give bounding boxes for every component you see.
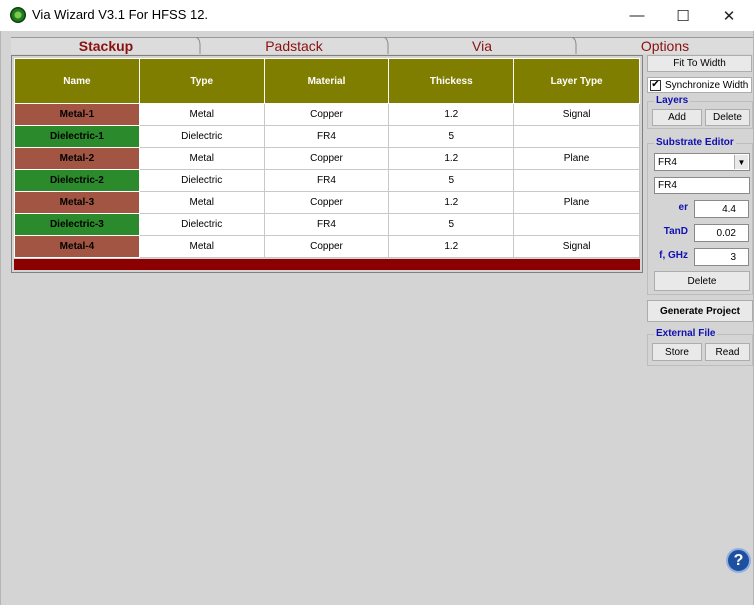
close-button[interactable]: ✕ xyxy=(706,0,752,31)
layer-material-cell[interactable]: FR4 xyxy=(263,213,390,236)
generate-project-button[interactable]: Generate Project xyxy=(647,300,753,322)
table-row[interactable]: Metal-4 Metal Copper 1.2 Signal xyxy=(14,235,640,258)
table-row[interactable]: Dielectric-3 Dielectric FR4 5 xyxy=(14,213,640,236)
external-file-group: External File Store Read xyxy=(647,328,753,366)
layer-material-cell[interactable]: Copper xyxy=(263,191,390,214)
minimize-button[interactable]: — xyxy=(614,0,660,31)
layer-name-cell[interactable]: Metal-3 xyxy=(14,191,140,214)
layer-thickness-cell[interactable]: 1.2 xyxy=(388,235,515,258)
layers-group: Layers Add Delete xyxy=(647,95,753,129)
tab-via[interactable]: Via xyxy=(389,37,575,54)
window-title: Via Wizard V3.1 For HFSS 12. xyxy=(32,7,209,22)
column-header-layer-type[interactable]: Layer Type xyxy=(513,58,640,104)
frequency-label: f, GHz xyxy=(659,250,688,261)
layer-name-cell[interactable]: Metal-2 xyxy=(14,147,140,170)
synchronize-width-checkbox[interactable]: ✔ Synchronize Width xyxy=(647,77,752,93)
layer-layertype-cell[interactable] xyxy=(513,169,640,192)
external-file-title: External File xyxy=(654,328,718,339)
layers-group-title: Layers xyxy=(654,95,691,106)
layer-layertype-cell[interactable]: Plane xyxy=(513,147,640,170)
table-row[interactable]: Metal-3 Metal Copper 1.2 Plane xyxy=(14,191,640,214)
chevron-down-icon[interactable]: ▼ xyxy=(734,155,748,169)
layer-layertype-cell[interactable] xyxy=(513,125,640,148)
table-row[interactable]: Metal-1 Metal Copper 1.2 Signal xyxy=(14,103,640,126)
synchronize-width-label: Synchronize Width xyxy=(665,79,749,91)
column-header-name[interactable]: Name xyxy=(14,58,140,104)
column-header-type[interactable]: Type xyxy=(138,58,265,104)
stackup-table: Name Type Material Thickess Layer Type M… xyxy=(14,58,640,258)
maximize-button[interactable]: ☐ xyxy=(660,0,706,31)
frequency-field[interactable]: 3 xyxy=(694,248,749,266)
substrate-editor-title: Substrate Editor xyxy=(654,137,736,148)
layer-layertype-cell[interactable]: Signal xyxy=(513,103,640,126)
layer-material-cell[interactable]: FR4 xyxy=(263,125,390,148)
layer-material-cell[interactable]: FR4 xyxy=(263,169,390,192)
column-header-material[interactable]: Material xyxy=(263,58,390,104)
table-row[interactable]: Dielectric-1 Dielectric FR4 5 xyxy=(14,125,640,148)
substrate-editor-group: Substrate Editor FR4 ▼ FR4 er 4.4 TanD 0… xyxy=(647,137,753,295)
table-row[interactable]: Dielectric-2 Dielectric FR4 5 xyxy=(14,169,640,192)
layer-name-cell[interactable]: Dielectric-3 xyxy=(14,213,140,236)
table-row[interactable]: Metal-2 Metal Copper 1.2 Plane xyxy=(14,147,640,170)
layer-type-cell[interactable]: Metal xyxy=(138,191,265,214)
read-button[interactable]: Read xyxy=(705,343,750,361)
layer-name-cell[interactable]: Metal-4 xyxy=(14,235,140,258)
tand-field[interactable]: 0.02 xyxy=(694,224,749,242)
app-icon xyxy=(10,7,26,23)
checkmark-icon: ✔ xyxy=(650,79,661,91)
layer-type-cell[interactable]: Dielectric xyxy=(138,169,265,192)
fit-to-width-button[interactable]: Fit To Width xyxy=(647,55,752,72)
layer-thickness-cell[interactable]: 5 xyxy=(388,169,515,192)
layer-thickness-cell[interactable]: 5 xyxy=(388,125,515,148)
layer-name-cell[interactable]: Metal-1 xyxy=(14,103,140,126)
add-layer-button[interactable]: Add xyxy=(652,109,702,126)
layer-thickness-cell[interactable]: 1.2 xyxy=(388,147,515,170)
layer-material-cell[interactable]: Copper xyxy=(263,147,390,170)
store-button[interactable]: Store xyxy=(652,343,702,361)
client-area: Stackup Padstack Via Options Name Type M… xyxy=(0,31,754,605)
grid-footer-bar xyxy=(14,259,640,270)
layer-type-cell[interactable]: Dielectric xyxy=(138,125,265,148)
layer-type-cell[interactable]: Metal xyxy=(138,103,265,126)
substrate-select[interactable]: FR4 ▼ xyxy=(654,153,750,171)
help-icon[interactable]: ? xyxy=(726,548,751,573)
stackup-grid: Name Type Material Thickess Layer Type M… xyxy=(11,55,643,273)
layer-layertype-cell[interactable]: Signal xyxy=(513,235,640,258)
column-header-thickness[interactable]: Thickess xyxy=(388,58,515,104)
tab-stackup[interactable]: Stackup xyxy=(11,37,201,54)
layer-layertype-cell[interactable]: Plane xyxy=(513,191,640,214)
substrate-name-field[interactable]: FR4 xyxy=(654,177,750,194)
er-field[interactable]: 4.4 xyxy=(694,200,749,218)
layer-layertype-cell[interactable] xyxy=(513,213,640,236)
delete-layer-button[interactable]: Delete xyxy=(705,109,750,126)
layer-material-cell[interactable]: Copper xyxy=(263,103,390,126)
delete-substrate-button[interactable]: Delete xyxy=(654,271,750,291)
table-header-row: Name Type Material Thickess Layer Type xyxy=(14,58,640,104)
layer-name-cell[interactable]: Dielectric-2 xyxy=(14,169,140,192)
tab-strip: Stackup Padstack Via Options xyxy=(11,37,753,54)
layer-thickness-cell[interactable]: 5 xyxy=(388,213,515,236)
layer-type-cell[interactable]: Metal xyxy=(138,147,265,170)
tand-label: TanD xyxy=(663,226,688,237)
layer-material-cell[interactable]: Copper xyxy=(263,235,390,258)
layer-thickness-cell[interactable]: 1.2 xyxy=(388,191,515,214)
layer-thickness-cell[interactable]: 1.2 xyxy=(388,103,515,126)
title-bar: Via Wizard V3.1 For HFSS 12. — ☐ ✕ xyxy=(0,0,754,31)
layer-type-cell[interactable]: Dielectric xyxy=(138,213,265,236)
layer-type-cell[interactable]: Metal xyxy=(138,235,265,258)
tab-padstack[interactable]: Padstack xyxy=(201,37,387,54)
tab-options[interactable]: Options xyxy=(577,37,753,54)
er-label: er xyxy=(678,202,688,213)
layer-name-cell[interactable]: Dielectric-1 xyxy=(14,125,140,148)
substrate-selected-value: FR4 xyxy=(658,156,677,168)
